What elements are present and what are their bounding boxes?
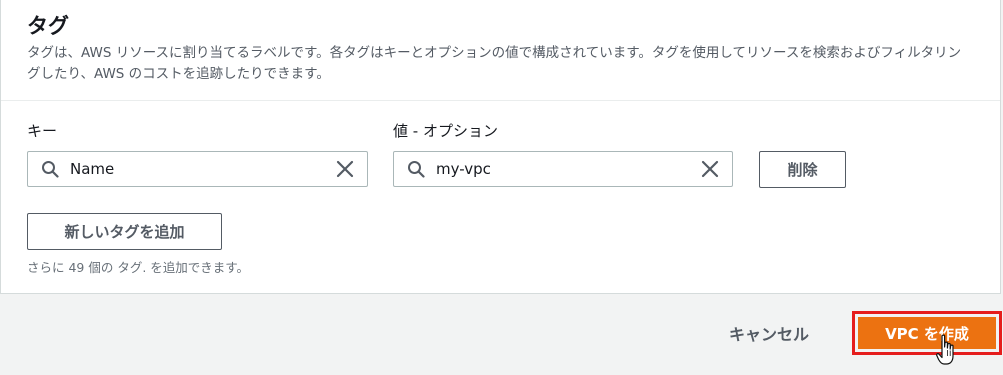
key-label: キー (27, 122, 58, 140)
remaining-tags-hint: さらに 49 個の タグ. を追加できます。 (27, 260, 250, 275)
search-icon (42, 161, 59, 178)
close-icon[interactable] (336, 160, 354, 178)
hand-cursor-icon (936, 334, 954, 365)
create-vpc-highlight: VPC を作成 (852, 311, 1002, 355)
remove-tag-button[interactable]: 削除 (759, 151, 846, 188)
close-icon[interactable] (701, 160, 719, 178)
section-title: タグ (27, 14, 69, 38)
tag-key-value[interactable]: Name (70, 160, 336, 178)
tag-value-value[interactable]: my-vpc (436, 160, 701, 178)
cancel-button[interactable]: キャンセル (729, 321, 809, 345)
value-label: 値 - オプション (393, 122, 498, 140)
create-vpc-button[interactable]: VPC を作成 (858, 317, 996, 349)
tag-value-input[interactable]: my-vpc (393, 151, 733, 187)
tags-header: タグ タグは、AWS リソースに割り当てるラベルです。各タグはキーとオプションの… (1, 0, 1000, 101)
section-description: タグは、AWS リソースに割り当てるラベルです。各タグはキーとオプションの値で構… (27, 45, 962, 82)
add-tag-button[interactable]: 新しいタグを追加 (27, 213, 222, 250)
tag-key-input[interactable]: Name (27, 151, 368, 187)
search-icon (408, 161, 425, 178)
tags-panel: タグ タグは、AWS リソースに割り当てるラベルです。各タグはキーとオプションの… (0, 0, 1001, 294)
